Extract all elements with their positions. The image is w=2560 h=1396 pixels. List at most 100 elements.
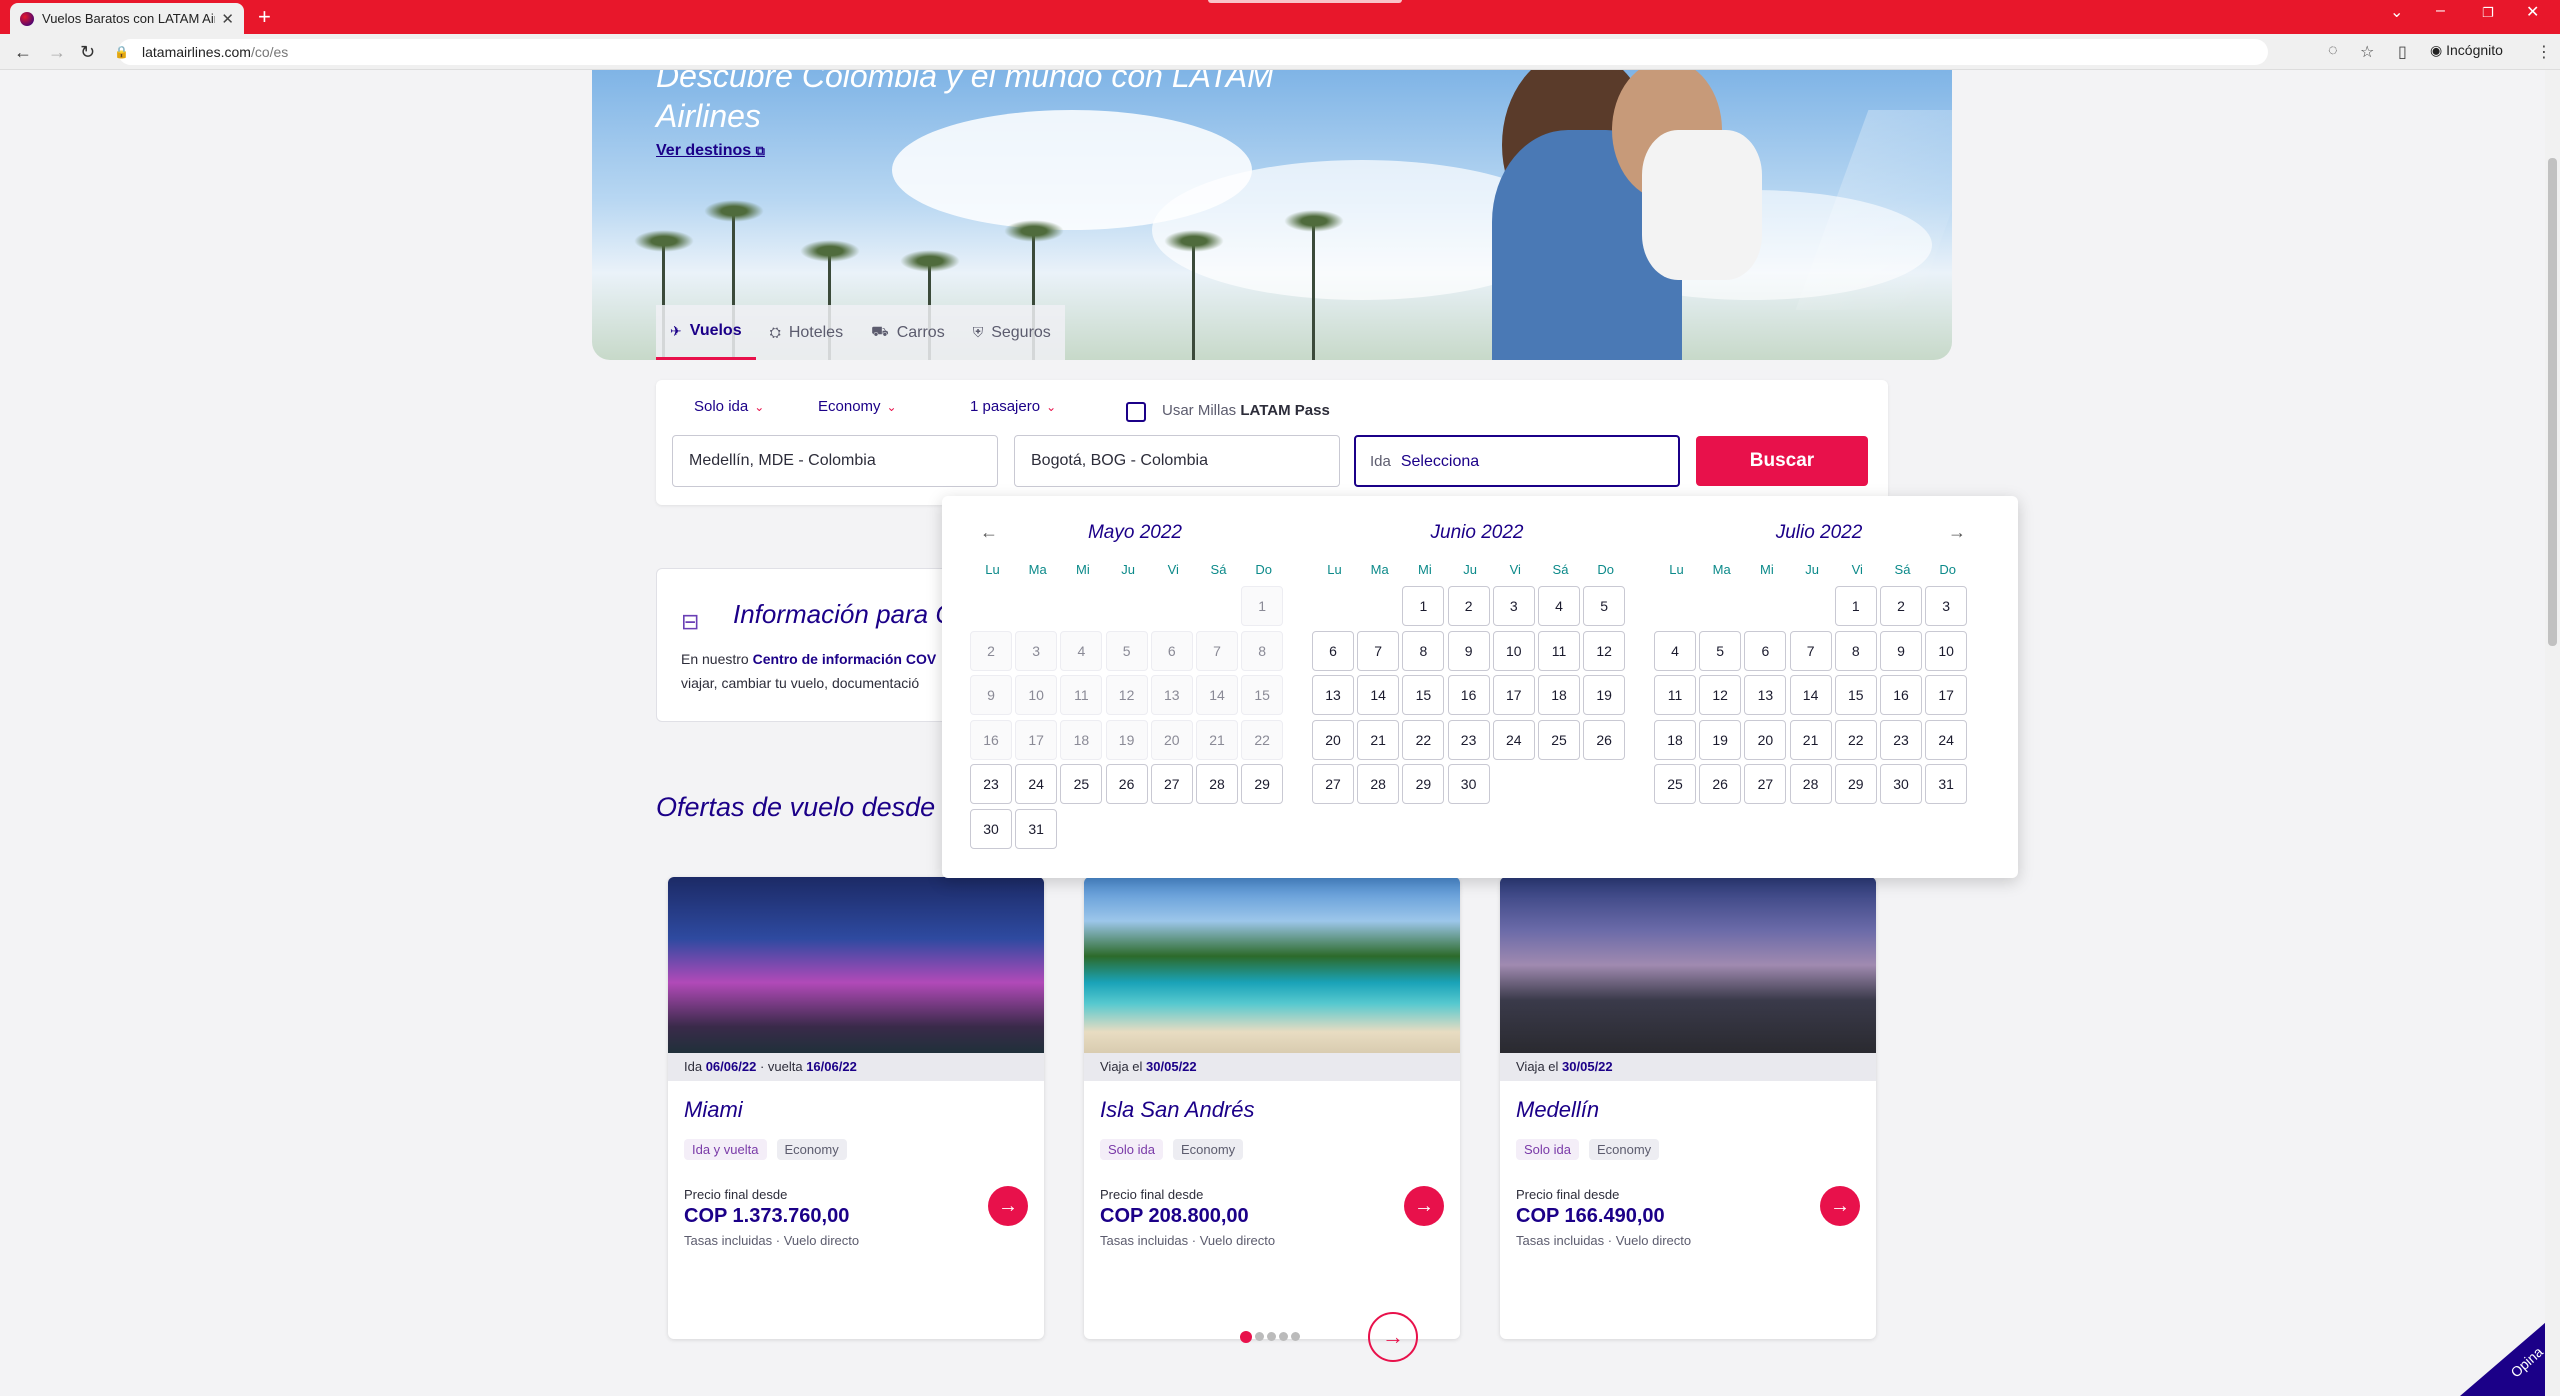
calendar-day[interactable]: 16	[1880, 675, 1922, 715]
calendar-day[interactable]: 29	[1402, 764, 1445, 804]
calendar-day[interactable]: 27	[1744, 764, 1787, 804]
calendar-day[interactable]: 13	[1744, 675, 1787, 715]
calendar-day[interactable]: 24	[1015, 764, 1058, 804]
carousel-dot[interactable]	[1255, 1332, 1264, 1341]
calendar-day[interactable]: 27	[1312, 764, 1354, 804]
calendar-day[interactable]: 15	[1402, 675, 1445, 715]
browser-tab[interactable]: Vuelos Baratos con LATAM Airlin ✕	[10, 3, 244, 34]
calendar-day[interactable]: 28	[1357, 764, 1400, 804]
calendar-day[interactable]: 17	[1925, 675, 1968, 715]
offer-card-miami[interactable]: Ida 06/06/22 · vuelta 16/06/22 Miami Ida…	[668, 877, 1044, 1339]
calendar-day[interactable]: 26	[1699, 764, 1742, 804]
calendar-day[interactable]: 12	[1583, 630, 1626, 671]
calendar-day[interactable]: 30	[1880, 764, 1922, 804]
feedback-tab[interactable]: Opina	[2460, 1310, 2545, 1396]
calendar-day[interactable]: 14	[1357, 675, 1400, 715]
calendar-day[interactable]: 4	[1538, 586, 1580, 626]
calendar-day[interactable]: 2	[1880, 586, 1922, 626]
scrollbar-thumb[interactable]	[2548, 158, 2557, 646]
calendar-day[interactable]: 28	[1789, 764, 1832, 804]
calendar-day[interactable]: 23	[1880, 719, 1922, 760]
destination-input[interactable]: Bogotá, BOG - Colombia	[1014, 435, 1340, 487]
calendar-day[interactable]: 6	[1312, 630, 1354, 671]
calendar-day[interactable]: 7	[1357, 630, 1400, 671]
url-field[interactable]: 🔒 latamairlines.com/co/es	[114, 39, 2268, 65]
incognito-indicator[interactable]: ◉ Incógnito	[2430, 42, 2503, 59]
calendar-day[interactable]: 13	[1312, 675, 1354, 715]
origin-input[interactable]: Medellín, MDE - Colombia	[672, 435, 998, 487]
restore-icon[interactable]: ❐	[2482, 5, 2494, 21]
calendar-day[interactable]: 8	[1834, 630, 1877, 671]
calendar-day[interactable]: 10	[1492, 630, 1535, 671]
calendar-day[interactable]: 25	[1060, 764, 1103, 804]
calendar-day[interactable]: 21	[1789, 719, 1832, 760]
offer-card-medellin[interactable]: Viaja el 30/05/22 Medellín Solo ida Econo…	[1500, 877, 1876, 1339]
minimize-icon[interactable]: –	[2436, 2, 2445, 20]
calendar-day[interactable]: 23	[1447, 719, 1490, 760]
calendar-day[interactable]: 11	[1538, 630, 1580, 671]
calendar-day[interactable]: 2	[1447, 586, 1490, 626]
tab-carros[interactable]: ⛟ Carros	[857, 305, 959, 360]
arrow-right-icon[interactable]: →	[1404, 1186, 1444, 1226]
passengers-dropdown[interactable]: 1 pasajero ⌄	[970, 398, 1056, 415]
calendar-day[interactable]: 16	[1447, 675, 1490, 715]
calendar-day[interactable]: 18	[1538, 675, 1580, 715]
tab-seguros[interactable]: ⛨ Seguros	[959, 305, 1065, 360]
calendar-day[interactable]: 25	[1538, 719, 1580, 760]
eye-off-icon[interactable]: ◌	[2328, 42, 2338, 60]
calendar-day[interactable]: 19	[1699, 719, 1742, 760]
calendar-day[interactable]: 17	[1492, 675, 1535, 715]
trip-type-dropdown[interactable]: Solo ida ⌄	[694, 398, 764, 415]
calendar-day[interactable]: 11	[1654, 675, 1696, 715]
tab-search-icon[interactable]: ⌄	[2390, 2, 2403, 22]
calendar-day[interactable]: 30	[970, 808, 1012, 849]
calendar-day[interactable]: 31	[1925, 764, 1968, 804]
cabin-dropdown[interactable]: Economy ⌄	[818, 398, 897, 415]
carousel-dot[interactable]	[1291, 1332, 1300, 1341]
calendar-day[interactable]: 25	[1654, 764, 1696, 804]
calendar-day[interactable]: 7	[1789, 630, 1832, 671]
calendar-day[interactable]: 22	[1402, 719, 1445, 760]
calendar-day[interactable]: 8	[1402, 630, 1445, 671]
calendar-day[interactable]: 26	[1583, 719, 1626, 760]
back-icon[interactable]: ←	[14, 42, 32, 63]
calendar-day[interactable]: 31	[1015, 808, 1058, 849]
calendar-day[interactable]: 3	[1925, 586, 1968, 626]
calendar-day[interactable]: 14	[1789, 675, 1832, 715]
calendar-day[interactable]: 24	[1492, 719, 1535, 760]
calendar-day[interactable]: 26	[1105, 764, 1148, 804]
calendar-day[interactable]: 3	[1492, 586, 1535, 626]
side-panel-icon[interactable]: ▯	[2398, 42, 2407, 62]
calendar-day[interactable]: 28	[1196, 764, 1238, 804]
bookmark-star-icon[interactable]: ☆	[2360, 42, 2374, 62]
close-tab-icon[interactable]: ✕	[221, 10, 234, 28]
ver-destinos-link[interactable]: Ver destinos ⧉	[656, 142, 765, 160]
calendar-day[interactable]: 29	[1834, 764, 1877, 804]
menu-kebab-icon[interactable]: ⋮	[2536, 42, 2552, 62]
close-window-icon[interactable]: ✕	[2526, 2, 2539, 22]
carousel-next-button[interactable]: →	[1368, 1312, 1418, 1362]
calendar-day[interactable]: 23	[970, 764, 1012, 804]
calendar-day[interactable]: 24	[1925, 719, 1968, 760]
calendar-day[interactable]: 4	[1654, 630, 1696, 671]
arrow-right-icon[interactable]: →	[1820, 1186, 1860, 1226]
calendar-day[interactable]: 22	[1834, 719, 1877, 760]
calendar-day[interactable]: 29	[1241, 764, 1284, 804]
search-button[interactable]: Buscar	[1696, 436, 1868, 486]
tab-vuelos[interactable]: ✈ Vuelos	[656, 305, 756, 360]
calendar-day[interactable]: 6	[1744, 630, 1787, 671]
calendar-day[interactable]: 18	[1654, 719, 1696, 760]
calendar-day[interactable]: 5	[1699, 630, 1742, 671]
calendar-day[interactable]: 20	[1744, 719, 1787, 760]
calendar-day[interactable]: 30	[1447, 764, 1490, 804]
calendar-day[interactable]: 1	[1834, 586, 1877, 626]
carousel-dot[interactable]	[1267, 1332, 1276, 1341]
calendar-day[interactable]: 9	[1447, 630, 1490, 671]
calendar-day[interactable]: 10	[1925, 630, 1968, 671]
calendar-day[interactable]: 12	[1699, 675, 1742, 715]
calendar-day[interactable]: 19	[1583, 675, 1626, 715]
millas-checkbox[interactable]	[1126, 402, 1146, 422]
forward-icon[interactable]: →	[48, 42, 66, 63]
calendar-day[interactable]: 1	[1402, 586, 1445, 626]
calendar-day[interactable]: 9	[1880, 630, 1922, 671]
